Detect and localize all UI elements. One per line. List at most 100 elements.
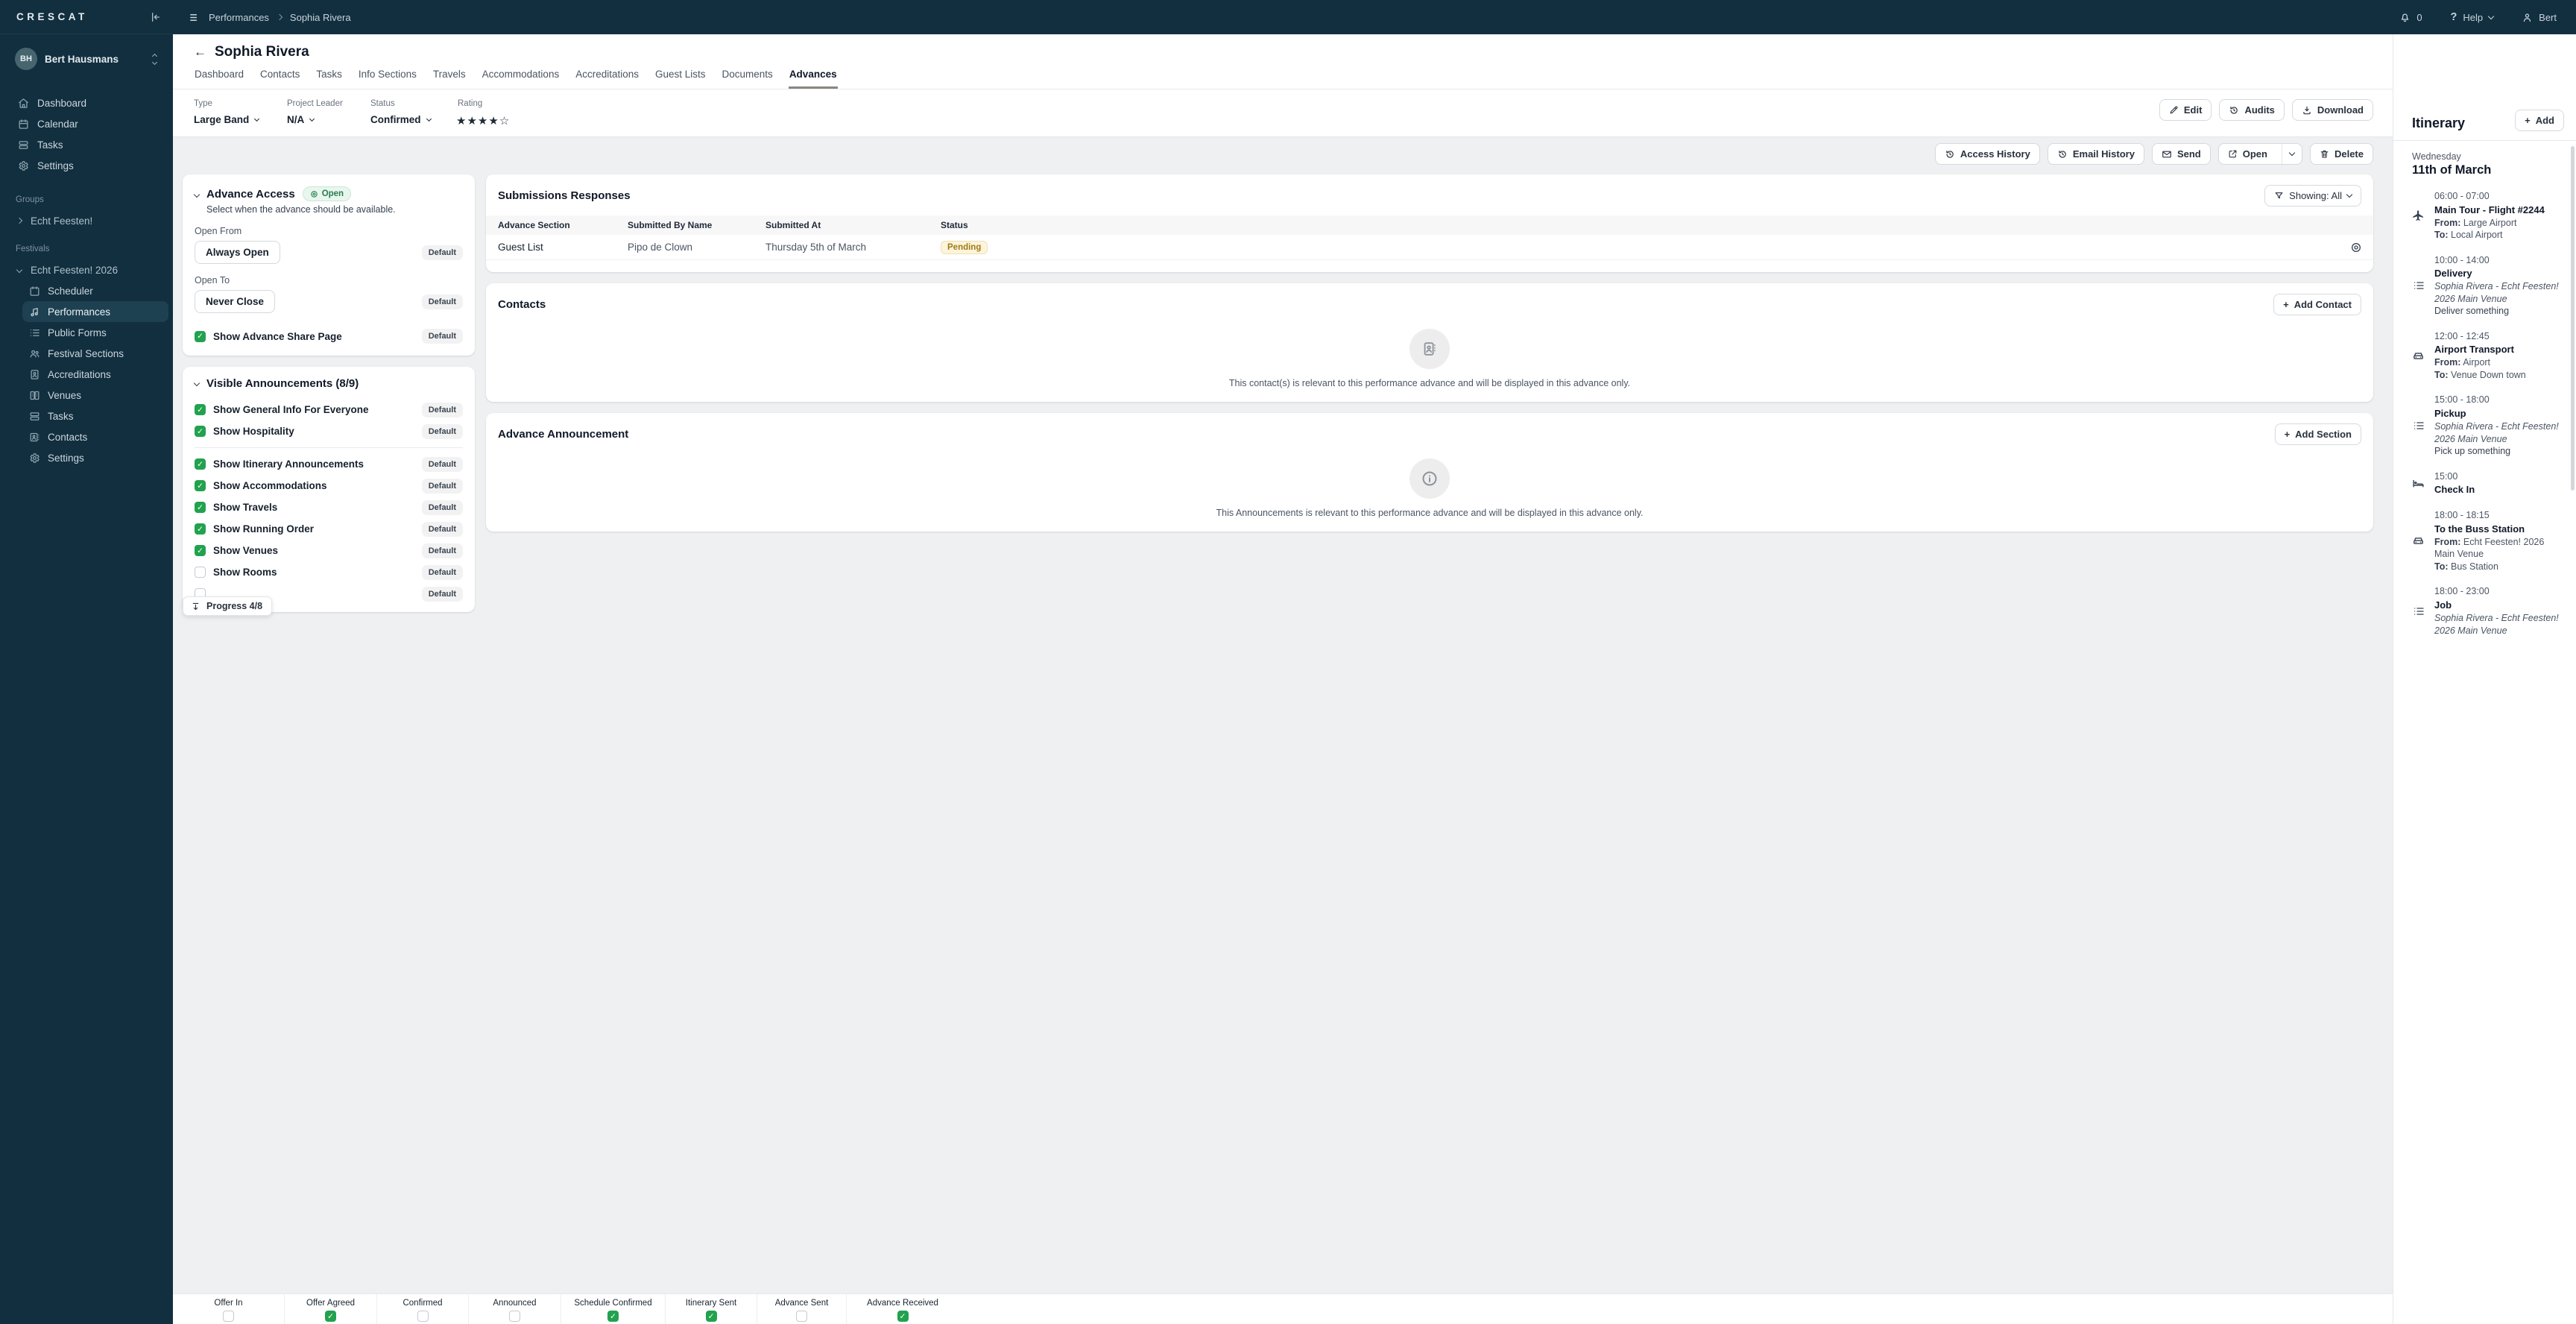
history-icon	[1945, 149, 1955, 160]
status-checkbox[interactable]	[796, 1311, 807, 1322]
collapse-section-icon[interactable]	[193, 191, 201, 198]
sidebar-item-scheduler[interactable]: Scheduler	[22, 280, 168, 301]
sidebar-item-venues[interactable]: Venues	[22, 385, 168, 406]
back-button[interactable]: ←	[194, 45, 206, 60]
status-checkbox[interactable]	[509, 1311, 520, 1322]
announcement-checkbox[interactable]	[195, 567, 206, 578]
tab-tasks[interactable]: Tasks	[315, 62, 343, 89]
chevron-down-icon	[254, 116, 260, 122]
status-checkbox[interactable]	[417, 1311, 429, 1322]
share-page-checkbox[interactable]	[195, 330, 206, 342]
user-menu[interactable]: Bert	[2522, 12, 2557, 23]
delete-button[interactable]: Delete	[2309, 143, 2373, 165]
table-row[interactable]: Guest List Pipo de Clown Thursday 5th of…	[486, 235, 2373, 260]
status-checkbox[interactable]	[705, 1311, 717, 1322]
announcement-checkbox[interactable]	[195, 426, 206, 437]
workspace-switcher[interactable]: BH Bert Hausmans	[9, 45, 165, 73]
view-submission-button[interactable]	[2339, 242, 2373, 253]
showing-filter-button[interactable]: Showing: All	[2264, 185, 2361, 207]
status-checkbox[interactable]	[325, 1311, 336, 1322]
type-select[interactable]: Large Band	[194, 114, 287, 125]
status-label: Status	[370, 99, 395, 108]
default-badge: Default	[421, 586, 463, 602]
open-split-button[interactable]: Open	[2217, 143, 2302, 165]
progress-button[interactable]: Progress 4/8	[183, 596, 273, 616]
tab-accommodations[interactable]: Accommodations	[482, 62, 561, 89]
calendar-icon	[17, 119, 29, 130]
status-badge: Pending	[941, 240, 988, 254]
edit-button[interactable]: Edit	[2159, 99, 2212, 121]
project-leader-select[interactable]: N/A	[287, 114, 370, 125]
visible-announcements-title: Visible Announcements (8/9)	[206, 377, 359, 390]
itinerary-event[interactable]: 15:00 Check In	[2412, 470, 2561, 497]
star-filled-icon[interactable]: ★	[488, 116, 498, 127]
brand-logo: CRESCAT	[16, 11, 88, 22]
tab-contacts[interactable]: Contacts	[259, 62, 300, 89]
tab-accreditations[interactable]: Accreditations	[575, 62, 640, 89]
default-badge: Default	[421, 294, 463, 309]
itinerary-list[interactable]: Wednesday 11th of March 06:00 - 07:00 Ma…	[2393, 140, 2576, 1324]
tab-guest-lists[interactable]: Guest Lists	[654, 62, 707, 89]
menu-icon[interactable]	[189, 12, 201, 23]
star-filled-icon[interactable]: ★	[478, 116, 487, 127]
breadcrumb: Performances Sophia Rivera	[189, 12, 351, 23]
sidebar-item-tasks[interactable]: Tasks	[0, 134, 173, 155]
sidebar-item-festival-tasks[interactable]: Tasks	[22, 406, 168, 426]
announcement-checkbox[interactable]	[195, 545, 206, 556]
add-section-button[interactable]: + Add Section	[2274, 423, 2361, 445]
tab-advances[interactable]: Advances	[788, 62, 838, 89]
sidebar-item-festival-settings[interactable]: Settings	[22, 447, 168, 468]
status-checkbox[interactable]	[223, 1311, 234, 1322]
star-filled-icon[interactable]: ★	[456, 116, 466, 127]
sidebar-item-performances[interactable]: Performances	[22, 301, 168, 322]
open-button[interactable]: Open	[2219, 144, 2276, 164]
itinerary-event[interactable]: 15:00 - 18:00 Pickup Sophia Rivera - Ech…	[2412, 394, 2561, 457]
status-checkbox[interactable]	[897, 1311, 909, 1322]
sidebar-item-settings[interactable]: Settings	[0, 155, 173, 176]
itinerary-event[interactable]: 06:00 - 07:00 Main Tour - Flight #2244 F…	[2412, 190, 2561, 242]
sidebar-item-dashboard[interactable]: Dashboard	[0, 92, 173, 113]
star-filled-icon[interactable]: ★	[467, 116, 476, 127]
collapse-section-icon[interactable]	[193, 379, 201, 386]
add-contact-button[interactable]: + Add Contact	[2273, 294, 2361, 315]
send-button[interactable]: Send	[2151, 143, 2211, 165]
announcement-checkbox[interactable]	[195, 404, 206, 415]
status-select[interactable]: Confirmed	[370, 114, 456, 125]
tab-dashboard[interactable]: Dashboard	[194, 62, 244, 89]
breadcrumb-section[interactable]: Performances	[209, 12, 269, 23]
sidebar-item-festival-sections[interactable]: Festival Sections	[22, 343, 168, 364]
notifications-button[interactable]: 0	[2399, 12, 2422, 23]
tab-documents[interactable]: Documents	[722, 62, 774, 89]
festival-subnav: Scheduler Performances Public Forms Fest…	[0, 280, 173, 468]
help-menu[interactable]: ? Help	[2451, 11, 2495, 23]
itinerary-event[interactable]: 12:00 - 12:45 Airport Transport From: Ai…	[2412, 330, 2561, 382]
status-checkbox[interactable]	[607, 1311, 619, 1322]
collapse-sidebar-icon[interactable]	[149, 11, 161, 23]
itinerary-event[interactable]: 10:00 - 14:00 Delivery Sophia Rivera - E…	[2412, 254, 2561, 318]
announcement-checkbox[interactable]	[195, 523, 206, 535]
itinerary-event[interactable]: 18:00 - 23:00 Job Sophia Rivera - Echt F…	[2412, 585, 2561, 637]
tab-info-sections[interactable]: Info Sections	[358, 62, 417, 89]
open-to-select[interactable]: Never Close	[195, 290, 276, 313]
open-from-select[interactable]: Always Open	[195, 241, 280, 264]
sidebar-group-echt-feesten[interactable]: Echt Feesten!	[0, 210, 173, 231]
access-history-button[interactable]: Access History	[1934, 143, 2040, 165]
announcement-checkbox[interactable]	[195, 458, 206, 470]
email-history-button[interactable]: Email History	[2047, 143, 2144, 165]
itinerary-event[interactable]: 18:00 - 18:15 To the Buss Station From: …	[2412, 509, 2561, 573]
page-header: ← Sophia Rivera Dashboard Contacts Tasks…	[173, 34, 2393, 137]
tab-travels[interactable]: Travels	[432, 62, 467, 89]
sidebar-item-calendar[interactable]: Calendar	[0, 113, 173, 134]
download-button[interactable]: Download	[2291, 99, 2373, 121]
sidebar-item-accreditations[interactable]: Accreditations	[22, 364, 168, 385]
announcement-checkbox[interactable]	[195, 480, 206, 491]
announcement-checkbox[interactable]	[195, 502, 206, 513]
open-menu-caret[interactable]	[2281, 144, 2302, 164]
audits-button[interactable]: Audits	[2219, 99, 2285, 121]
sidebar-festival-echt-feesten-2026[interactable]: Echt Feesten! 2026	[0, 259, 173, 280]
sidebar-item-festival-contacts[interactable]: Contacts	[22, 426, 168, 447]
itinerary-add-button[interactable]: + Add	[2515, 110, 2564, 131]
star-empty-icon[interactable]: ☆	[499, 116, 509, 127]
scrollbar-thumb[interactable]	[2571, 146, 2575, 491]
sidebar-item-public-forms[interactable]: Public Forms	[22, 322, 168, 343]
